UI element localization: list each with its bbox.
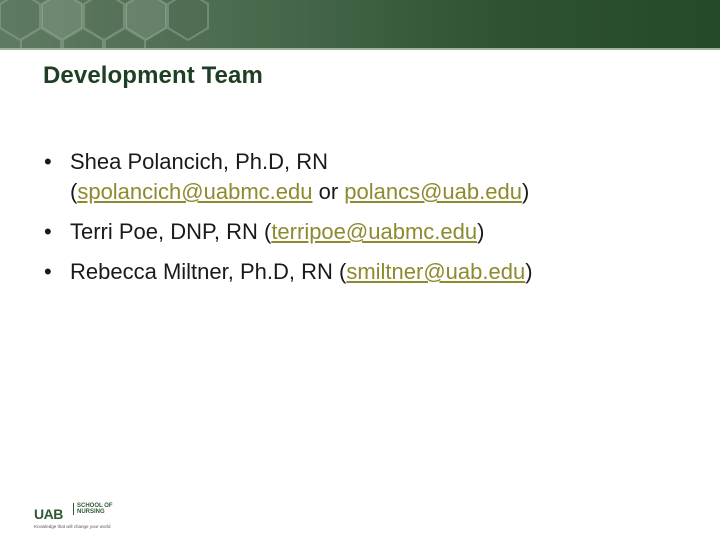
list-item: • Shea Polancich, Ph.D, RN (spolancich@u… [42,147,702,207]
email-link[interactable]: polancs@uab.edu [344,179,522,204]
uab-nursing-logo: UAB SCHOOL OF NURSING Knowledge that wil… [34,496,144,532]
paren-close: ) [477,219,485,244]
bullet-icon: • [44,219,52,244]
paren-close: ) [521,179,530,204]
bullet-icon: • [44,149,52,174]
hexagon-pattern-decoration [0,0,209,48]
member-name: Shea Polancich, Ph.D, RN [70,149,329,174]
member-name: Rebecca Miltner, Ph.D, RN ( [70,259,347,284]
header-banner [0,0,720,48]
bullet-icon: • [44,259,52,284]
paren-close: ) [525,259,533,284]
slide-title: Development Team [43,62,263,89]
email-link[interactable]: terripoe@uabmc.edu [271,219,477,244]
header-rule [0,48,720,50]
list-item: • Rebecca Miltner, Ph.D, RN (smiltner@ua… [42,257,702,287]
email-link[interactable]: spolancich@uabmc.edu [77,179,312,204]
logo-uab-text: UAB [34,506,63,522]
logo-school-line2: NURSING [77,509,105,515]
list-item: • Terri Poe, DNP, RN (terripoe@uabmc.edu… [42,217,702,247]
logo-tagline: Knowledge that will change your world [34,524,111,529]
logo-school-text: SCHOOL OF NURSING [73,503,127,515]
bullet-list: • Shea Polancich, Ph.D, RN (spolancich@u… [42,147,702,297]
email-link[interactable]: smiltner@uab.edu [346,259,525,284]
member-name: Terri Poe, DNP, RN ( [70,219,272,244]
separator-text: or [312,179,345,204]
member-emails: (spolancich@uabmc.edu or polancs@uab.edu… [70,177,702,207]
